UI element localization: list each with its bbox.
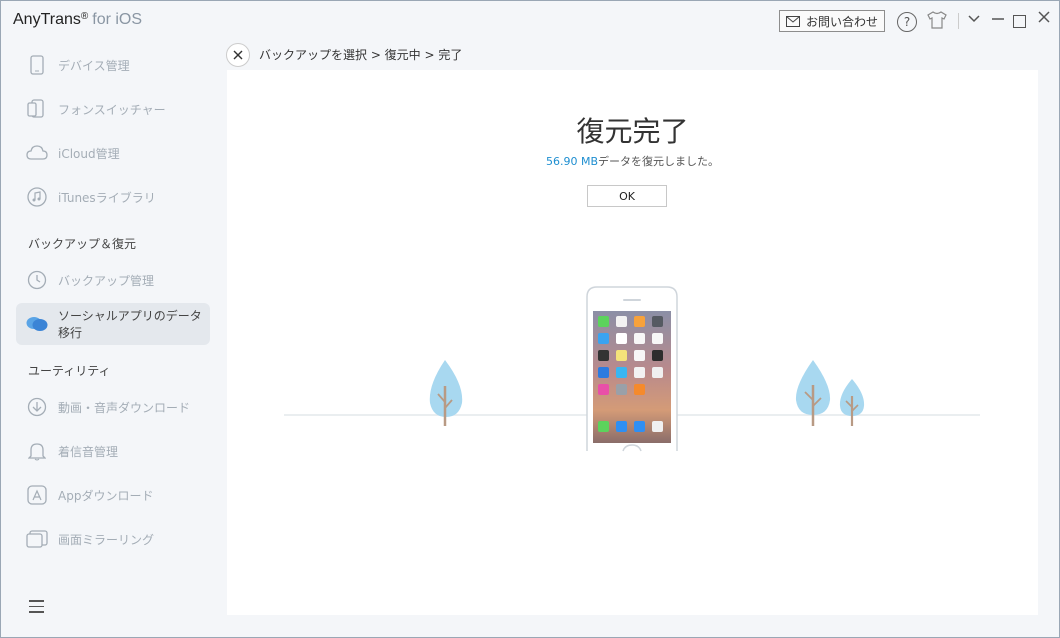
cloud-icon [26, 142, 48, 164]
phone-switch-icon [26, 98, 48, 120]
sidebar-item-label: バックアップ管理 [58, 273, 155, 288]
title-bar: AnyTrans® for iOS お問い合わせ ? [1, 1, 1059, 41]
close-icon[interactable] [1037, 9, 1051, 28]
tree-right-large-icon [795, 360, 831, 426]
help-icon[interactable]: ? [897, 12, 917, 32]
tree-left-icon [429, 360, 463, 426]
sidebar-item-social-app-transfer[interactable]: ソーシャルアプリのデータ移行 [16, 303, 210, 345]
app-title: AnyTrans® for iOS [13, 11, 142, 29]
sidebar-item-screen-mirroring[interactable]: 画面ミラーリング [16, 518, 210, 560]
bell-icon [26, 440, 48, 462]
sidebar-item-app-download[interactable]: Appダウンロード [16, 474, 210, 516]
app-suffix: for iOS [92, 11, 143, 28]
main-panel: 復元完了 56.90 MBデータを復元しました。 OK [227, 70, 1038, 615]
mail-icon [785, 15, 800, 27]
chevron-down-icon[interactable] [967, 11, 981, 29]
illustration [284, 286, 980, 452]
app-store-icon [26, 484, 48, 506]
titlebar-divider [958, 13, 959, 29]
sidebar-item-label: 画面ミラーリング [58, 532, 155, 547]
minimize-icon[interactable] [991, 11, 1005, 29]
sidebar-item-device-management[interactable]: デバイス管理 [16, 44, 210, 86]
contact-button[interactable]: お問い合わせ [779, 10, 885, 32]
registered-mark: ® [80, 11, 89, 22]
skin-shirt-icon[interactable] [927, 11, 947, 33]
sidebar-item-label: 動画・音声ダウンロード [58, 400, 191, 415]
download-icon [26, 396, 48, 418]
sidebar-item-label: デバイス管理 [58, 58, 130, 73]
mirror-icon [26, 528, 48, 550]
sidebar-item-label: フォンスイッチャー [58, 102, 166, 117]
section-backup-restore: バックアップ＆復元 [28, 237, 137, 251]
music-icon [26, 186, 48, 208]
app-window: AnyTrans®for iOS お問い合わせ ? デバイス管理 フォンスイッ [0, 0, 1060, 638]
sidebar-item-media-download[interactable]: 動画・音声ダウンロード [16, 386, 210, 428]
sidebar-item-backup-management[interactable]: バックアップ管理 [16, 259, 210, 301]
sidebar-item-label: iCloud管理 [58, 146, 120, 161]
sidebar: デバイス管理 フォンスイッチャー iCloud管理 iTunesライブラリ バッ… [1, 41, 223, 637]
phone-icon [26, 54, 48, 76]
sidebar-item-label: ソーシャルアプリのデータ移行 [58, 309, 202, 340]
maximize-icon[interactable] [1013, 15, 1026, 28]
sidebar-item-phone-switcher[interactable]: フォンスイッチャー [16, 88, 210, 130]
sidebar-item-label: Appダウンロード [58, 488, 154, 503]
sidebar-item-label: 着信音管理 [58, 444, 119, 459]
sidebar-item-itunes-library[interactable]: iTunesライブラリ [16, 176, 210, 218]
sidebar-item-ringtone[interactable]: 着信音管理 [16, 430, 210, 472]
sidebar-item-icloud[interactable]: iCloud管理 [16, 132, 210, 174]
app-name: AnyTrans [13, 11, 81, 28]
menu-hamburger-icon[interactable] [29, 600, 44, 617]
chat-bubbles-icon [26, 313, 48, 335]
history-icon [26, 269, 48, 291]
section-utility: ユーティリティ [28, 364, 111, 378]
breadcrumb-close-button[interactable] [226, 43, 250, 67]
iphone-icon [586, 286, 678, 452]
breadcrumb: バックアップを選択 > 復元中 > 完了 [259, 48, 463, 62]
tree-right-small-icon [839, 379, 865, 426]
contact-label: お問い合わせ [805, 14, 878, 29]
sidebar-item-label: iTunesライブラリ [58, 190, 156, 205]
